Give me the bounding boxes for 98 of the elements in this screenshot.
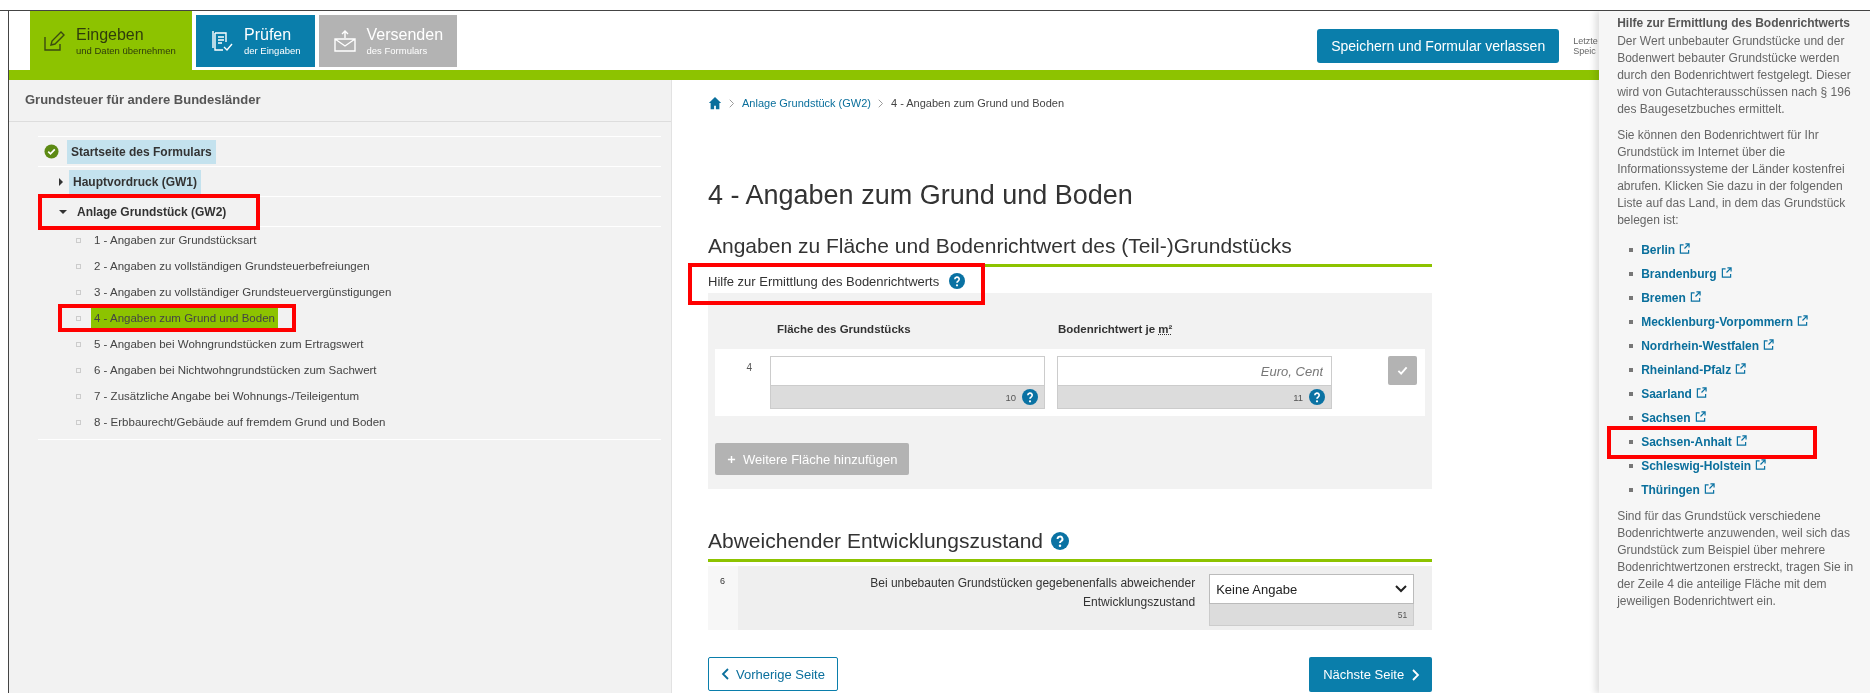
field-code: 11 xyxy=(1293,391,1303,403)
help-icon[interactable] xyxy=(949,273,966,289)
bullet-icon xyxy=(76,315,81,321)
bullet-icon xyxy=(76,419,81,425)
page-title: 4 - Angaben zum Grund und Boden xyxy=(708,180,1134,211)
state-link[interactable]: Schleswig-Holstein xyxy=(1641,457,1752,475)
last-saved-label: Letzte xyxy=(1573,35,1599,46)
state-link[interactable]: Saarland xyxy=(1641,385,1692,403)
save-and-exit-button[interactable]: Speichern und Formular verlassen xyxy=(1317,28,1560,63)
external-link-icon xyxy=(1694,410,1706,422)
bullet-icon xyxy=(1629,488,1634,492)
tree-item[interactable]: Hauptvordruck (GW1) xyxy=(69,169,201,194)
previous-page-button[interactable]: Vorherige Seite xyxy=(708,657,838,691)
help-icon[interactable] xyxy=(1309,389,1325,405)
bullet-icon xyxy=(1629,272,1634,276)
state-link[interactable]: Sachsen-Anhalt xyxy=(1641,433,1732,451)
external-link-icon xyxy=(1703,482,1715,494)
external-link-icon xyxy=(1695,386,1707,398)
bullet-icon xyxy=(1629,344,1634,348)
bullet-icon xyxy=(1629,368,1634,372)
plus-icon xyxy=(727,454,736,464)
bullet-icon xyxy=(76,237,81,243)
field-code: 10 xyxy=(1005,391,1016,403)
section-heading: Angaben zu Fläche und Bodenrichtwert des (Teil-)Grundstücks xyxy=(708,234,1293,258)
external-link-icon xyxy=(1720,266,1732,278)
bullet-icon xyxy=(76,263,81,269)
external-link-icon xyxy=(1797,314,1808,326)
help-paragraph: Sind für das Grundstück verschiedene Bodenrichtwerte anzuwenden, weil sich das Grundstück zum Beispiel über mehrere Bodenrichtwertzonen erstreckt, tragen Sie in der Zeile 4 die anteilige Fläche mit dem jeweiligen Bodenrichtwert ein. xyxy=(1617,508,1855,610)
tree-item[interactable]: 2 - Angaben zu vollständigen Grundsteuerbefreiungen xyxy=(91,256,373,276)
state-link[interactable]: Brandenburg xyxy=(1641,265,1717,283)
tree-item[interactable]: 6 - Angaben bei Nichtwohngrundstücken zum Sachwert xyxy=(91,360,380,380)
external-link-icon xyxy=(1755,458,1767,470)
state-select[interactable]: Keine Angabe xyxy=(1209,574,1415,604)
line-number: 4 xyxy=(745,361,752,373)
column-header: Bodenrichtwert je m² xyxy=(1058,323,1173,335)
caret-icon[interactable] xyxy=(59,177,63,186)
tree-item[interactable]: 7 - Zusätzliche Angabe bei Wohnungs-/Teileigentum xyxy=(91,386,363,406)
home-icon[interactable] xyxy=(708,96,722,110)
field-label: Bei unbebauten Grundstücken gegebenenfalls abweichender Entwicklungszustand xyxy=(869,575,1196,611)
column-header: Fläche des Grundstücks xyxy=(777,323,912,335)
bullet-icon xyxy=(1629,464,1634,468)
section-heading: Abweichender Entwicklungszustand xyxy=(708,529,1044,553)
state-link[interactable]: Sachsen xyxy=(1641,409,1691,427)
check-circle-icon xyxy=(44,144,59,159)
envelope-icon xyxy=(332,29,357,53)
field-code: 51 xyxy=(1397,609,1408,620)
help-icon[interactable] xyxy=(1051,532,1070,550)
bullet-icon xyxy=(1629,248,1634,252)
check-icon xyxy=(1397,365,1409,376)
help-title: Hilfe zur Ermittlung des Bodenrichtwerts xyxy=(1617,15,1851,32)
caret-icon[interactable] xyxy=(59,209,67,214)
next-page-button[interactable]: Nächste Seite xyxy=(1309,657,1433,692)
help-paragraph: Der Wert unbebauter Grundstücke und der Bodenwert bebauter Grundstücke werden durch den Bodenrichtwert festgelegt. Dieser wird von Gutachterausschüssen nach § 196 des Baugesetzbuches ermittelt. xyxy=(1617,33,1852,118)
help-link[interactable]: Hilfe zur Ermittlung des Bodenrichtwerts xyxy=(708,273,940,289)
bullet-icon xyxy=(76,289,81,295)
help-icon[interactable] xyxy=(1022,389,1038,405)
bullet-icon xyxy=(1629,392,1634,396)
state-link[interactable]: Thüringen xyxy=(1641,481,1700,499)
tree-item[interactable]: 1 - Angaben zur Grundstücksart xyxy=(91,230,260,250)
tree-item[interactable]: Startseite des Formulars xyxy=(67,139,216,164)
input-field[interactable]: Euro, Cent xyxy=(1057,356,1332,386)
chevron-down-icon xyxy=(1395,585,1408,593)
document-check-icon xyxy=(210,29,234,53)
state-link[interactable]: Rheinland-Pfalz xyxy=(1641,361,1732,379)
bullet-icon xyxy=(1629,416,1634,420)
help-paragraph: Sie können den Bodenrichtwert für Ihr Grundstück im Internet über die Informationssysteme der Länder kostenfrei abrufen. Klicken Sie dazu in der folgenden Liste auf das Land, in dem das Grundstück belegen ist: xyxy=(1617,127,1847,229)
bullet-icon xyxy=(1629,440,1634,444)
chevron-right-icon xyxy=(878,98,884,108)
bullet-icon xyxy=(1629,320,1634,324)
bullet-icon xyxy=(76,393,81,399)
tree-item[interactable]: 5 - Angaben bei Wohngrundstücken zum Ertragswert xyxy=(91,334,367,354)
state-link[interactable]: Nordrhein-Westfalen xyxy=(1641,337,1759,355)
external-link-icon xyxy=(1679,242,1691,254)
breadcrumb-item: 4 - Angaben zum Grund und Boden xyxy=(891,97,1065,109)
line-number: 6 xyxy=(708,566,738,630)
step-tab[interactable]: Prüfen der Eingaben xyxy=(196,15,315,67)
step-tab[interactable]: Eingeben und Daten übernehmen xyxy=(30,11,192,70)
bullet-icon xyxy=(76,341,81,347)
external-link-icon xyxy=(1735,362,1747,374)
tree-item[interactable]: Anlage Grundstück (GW2) xyxy=(73,199,231,224)
bullet-icon xyxy=(76,367,81,373)
chevron-right-icon xyxy=(1412,668,1421,681)
chevron-right-icon xyxy=(729,98,735,108)
chevron-left-icon xyxy=(721,668,729,680)
breadcrumb-item[interactable]: Anlage Grundstück (GW2) xyxy=(742,97,871,109)
tree-item[interactable]: 4 - Angaben zum Grund und Boden xyxy=(91,308,278,328)
input-field[interactable] xyxy=(770,356,1045,386)
state-link[interactable]: Berlin xyxy=(1641,241,1676,259)
state-link[interactable]: Bremen xyxy=(1641,289,1686,307)
external-link-icon xyxy=(1735,434,1747,446)
bullet-icon xyxy=(1629,296,1634,300)
external-link-icon xyxy=(1689,290,1701,302)
external-link-icon xyxy=(1762,338,1774,350)
tree-item[interactable]: 3 - Angaben zu vollständiger Grundsteuervergünstigungen xyxy=(91,282,395,302)
sidebar-title: Grundsteuer für andere Bundesländer xyxy=(9,80,671,122)
last-saved-label: Speic xyxy=(1573,45,1597,56)
tree-item[interactable]: 8 - Erbbaurecht/Gebäude auf fremdem Grund und Boden xyxy=(91,412,389,432)
state-link[interactable]: Mecklenburg-Vorpommern xyxy=(1641,313,1793,331)
